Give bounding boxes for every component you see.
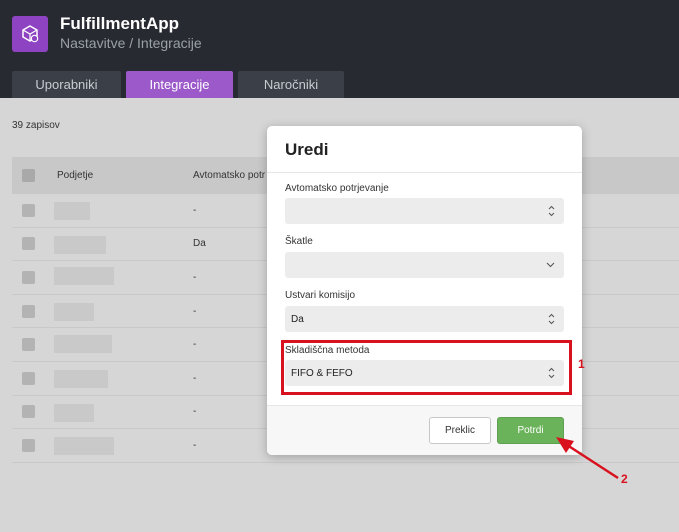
up-down-chevron-icon bbox=[548, 313, 555, 325]
tab-bar: Uporabniki Integracije Naročniki bbox=[12, 71, 344, 98]
tab-clients[interactable]: Naročniki bbox=[238, 71, 344, 98]
breadcrumb: Nastavitve / Integracije bbox=[60, 35, 202, 51]
up-down-chevron-icon bbox=[548, 205, 555, 217]
boxes-select[interactable] bbox=[285, 252, 564, 278]
redacted-company bbox=[54, 335, 112, 354]
row-checkbox[interactable] bbox=[22, 304, 35, 318]
app-title: FulfillmentApp bbox=[60, 14, 179, 33]
chevron-down-icon bbox=[546, 262, 555, 268]
row-checkbox[interactable] bbox=[22, 270, 35, 284]
row-checkbox[interactable] bbox=[22, 371, 35, 385]
dialog-footer: Preklic Potrdi bbox=[267, 405, 582, 455]
row-checkbox[interactable] bbox=[22, 338, 35, 352]
redacted-company bbox=[54, 235, 106, 254]
select-all-checkbox[interactable] bbox=[22, 169, 35, 182]
create-commission-label: Ustvari komisijo bbox=[285, 290, 356, 301]
dialog-title: Uredi bbox=[285, 140, 329, 159]
cell-auto-confirm: - bbox=[193, 439, 197, 451]
dialog-divider bbox=[267, 172, 582, 173]
cell-auto-confirm: - bbox=[193, 406, 197, 418]
tab-integrations[interactable]: Integracije bbox=[126, 71, 233, 98]
redacted-company bbox=[54, 302, 94, 321]
cell-auto-confirm: - bbox=[193, 339, 197, 351]
cell-auto-confirm: - bbox=[193, 204, 197, 216]
cancel-button[interactable]: Preklic bbox=[429, 417, 491, 444]
row-checkbox[interactable] bbox=[22, 405, 35, 419]
box-settings-icon bbox=[22, 25, 39, 43]
auto-confirm-label: Avtomatsko potrjevanje bbox=[285, 183, 389, 194]
create-commission-select[interactable]: Da bbox=[285, 306, 564, 332]
annotation-marker-1: 1 bbox=[578, 357, 585, 371]
app-header: FulfillmentApp Nastavitve / Integracije … bbox=[0, 0, 679, 98]
annotation-marker-2: 2 bbox=[621, 472, 628, 486]
tab-users[interactable]: Uporabniki bbox=[12, 71, 121, 98]
record-count: 39 zapisov bbox=[12, 120, 60, 131]
row-checkbox[interactable] bbox=[22, 203, 35, 217]
row-checkbox[interactable] bbox=[22, 237, 35, 251]
highlight-box bbox=[281, 340, 572, 395]
cell-auto-confirm: - bbox=[193, 372, 197, 384]
auto-confirm-select[interactable] bbox=[285, 198, 564, 224]
column-header-auto-confirm[interactable]: Avtomatsko potr bbox=[193, 170, 265, 181]
redacted-company bbox=[54, 267, 114, 286]
redacted-company bbox=[54, 437, 114, 456]
cell-auto-confirm: - bbox=[193, 271, 197, 283]
app-logo bbox=[12, 16, 48, 52]
cell-auto-confirm: - bbox=[193, 305, 197, 317]
redacted-company bbox=[54, 403, 94, 422]
confirm-button[interactable]: Potrdi bbox=[497, 417, 564, 444]
create-commission-value: Da bbox=[291, 313, 304, 325]
edit-dialog: Uredi Avtomatsko potrjevanje Škatle Ustv… bbox=[267, 126, 582, 455]
row-checkbox[interactable] bbox=[22, 438, 35, 452]
boxes-label: Škatle bbox=[285, 236, 313, 247]
redacted-company bbox=[54, 369, 108, 388]
redacted-company bbox=[54, 202, 90, 220]
cell-auto-confirm: Da bbox=[193, 238, 206, 250]
column-header-company[interactable]: Podjetje bbox=[57, 170, 93, 181]
